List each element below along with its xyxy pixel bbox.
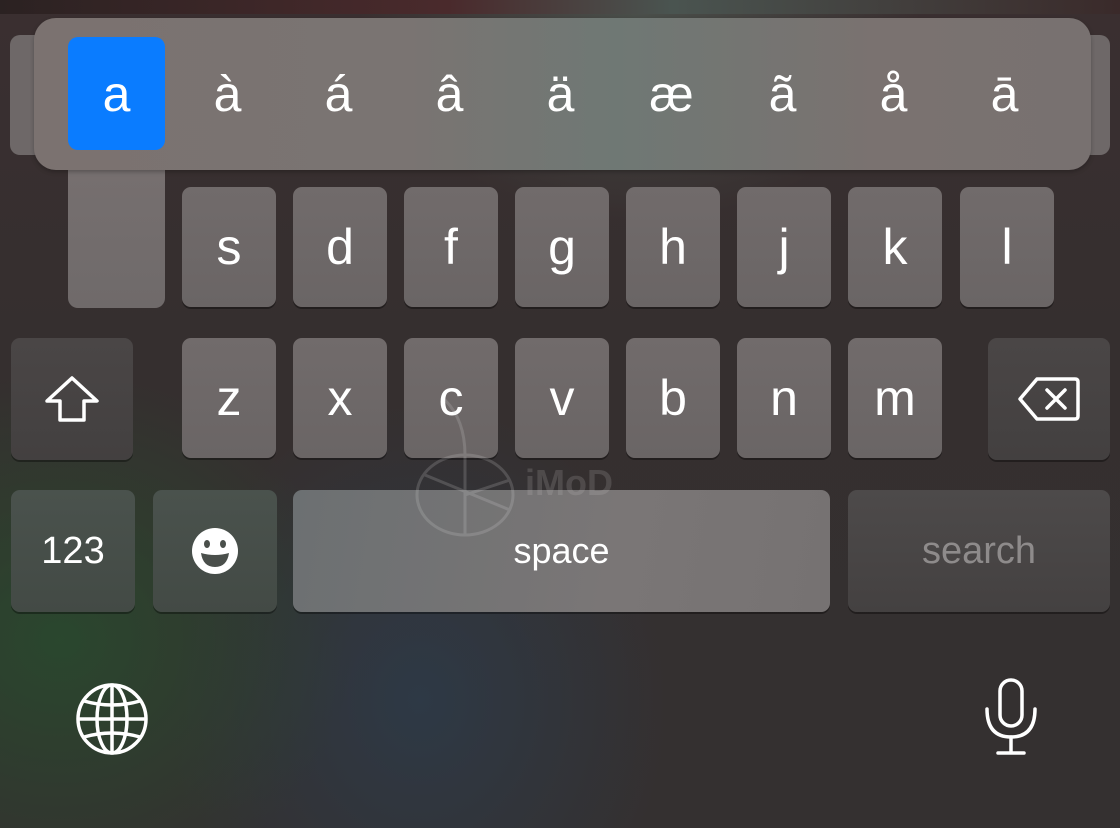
accent-option-a-acute[interactable]: á: [290, 37, 387, 150]
accent-option-a-diaeresis[interactable]: ä: [512, 37, 609, 150]
shift-arrow-icon: [45, 376, 99, 422]
globe-icon: [76, 683, 148, 755]
microphone-icon: [985, 678, 1037, 755]
accent-popup-stem: [68, 150, 165, 308]
search-key[interactable]: search: [848, 490, 1110, 612]
key-g[interactable]: g: [515, 187, 609, 307]
accent-option-ae[interactable]: æ: [623, 37, 720, 150]
watermark-text: iMoD: [525, 462, 613, 503]
accent-option-a-circumflex[interactable]: â: [401, 37, 498, 150]
accent-option-a-grave[interactable]: à: [179, 37, 276, 150]
delete-key[interactable]: [988, 338, 1110, 460]
emoji-key[interactable]: [153, 490, 277, 612]
key-f[interactable]: f: [404, 187, 498, 307]
key-x[interactable]: x: [293, 338, 387, 458]
key-l[interactable]: l: [960, 187, 1054, 307]
dictation-button[interactable]: [984, 677, 1038, 757]
accent-option-a-ring[interactable]: å: [845, 37, 942, 150]
key-k[interactable]: k: [848, 187, 942, 307]
key-s[interactable]: s: [182, 187, 276, 307]
accent-option-a-tilde[interactable]: ã: [734, 37, 831, 150]
key-c[interactable]: c: [404, 338, 498, 458]
accent-option-a-macron[interactable]: ā: [956, 37, 1053, 150]
shift-key[interactable]: [11, 338, 133, 460]
background-top-band: [0, 0, 1120, 14]
accent-option-a[interactable]: a: [68, 37, 165, 150]
key-z[interactable]: z: [182, 338, 276, 458]
key-h[interactable]: h: [626, 187, 720, 307]
key-v[interactable]: v: [515, 338, 609, 458]
key-n[interactable]: n: [737, 338, 831, 458]
backspace-icon: [1018, 377, 1080, 421]
key-j[interactable]: j: [737, 187, 831, 307]
numbers-key[interactable]: 123: [11, 490, 135, 612]
emoji-smile-icon: [192, 528, 238, 574]
globe-button[interactable]: [75, 682, 149, 756]
space-key[interactable]: space: [293, 490, 830, 612]
key-m[interactable]: m: [848, 338, 942, 458]
key-b[interactable]: b: [626, 338, 720, 458]
key-d[interactable]: d: [293, 187, 387, 307]
